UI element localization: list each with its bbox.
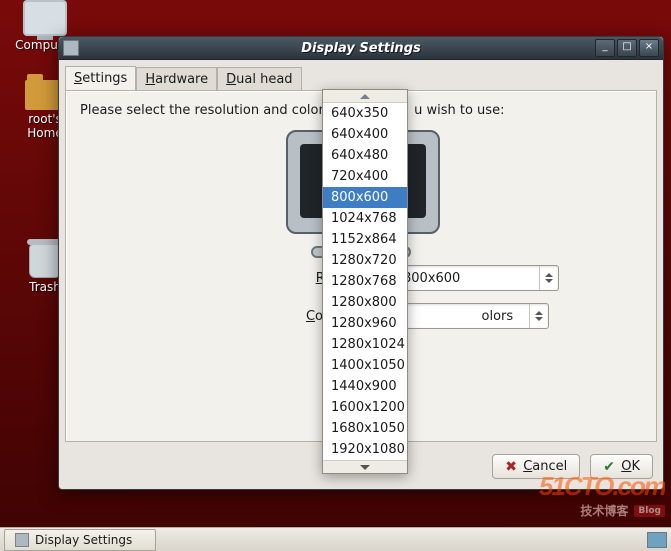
cancel-button[interactable]: ✖ Cancel xyxy=(492,454,580,479)
tab-settings[interactable]: Settings xyxy=(65,66,136,90)
resolution-dropdown[interactable]: 640x350640x400640x480720x400800x6001024x… xyxy=(322,89,408,474)
resolution-option[interactable]: 1280x768 xyxy=(323,271,407,292)
trash-icon xyxy=(29,244,61,278)
window-icon xyxy=(63,40,79,56)
resolution-option[interactable]: 1440x900 xyxy=(323,376,407,397)
titlebar[interactable]: Display Settings _ □ × xyxy=(59,37,663,60)
resolution-option[interactable]: 640x480 xyxy=(323,145,407,166)
color-depth-combo[interactable]: Millions of Colors xyxy=(394,303,549,329)
tab-dual-head[interactable]: Dual head xyxy=(217,67,301,91)
resolution-option[interactable]: 1152x864 xyxy=(323,229,407,250)
taskbar-app-label: Display Settings xyxy=(35,533,132,547)
maximize-button[interactable]: □ xyxy=(617,39,637,57)
minimize-button[interactable]: _ xyxy=(595,39,615,57)
resolution-combo[interactable]: 800x600 xyxy=(394,265,559,291)
resolution-option[interactable]: 1680x1050 xyxy=(323,418,407,439)
resolution-value: 800x600 xyxy=(395,271,539,286)
system-tray xyxy=(647,532,667,548)
scroll-down-button[interactable] xyxy=(323,460,407,473)
ok-icon: ✔ xyxy=(603,460,617,474)
tab-hardware[interactable]: Hardware xyxy=(136,67,217,91)
scroll-up-button[interactable] xyxy=(323,90,407,103)
chevron-updown-icon xyxy=(539,266,558,290)
resolution-option[interactable]: 1280x720 xyxy=(323,250,407,271)
desktop-root: Computer root's Home Trash Display Setti… xyxy=(0,0,671,551)
resolution-option[interactable]: 800x600 xyxy=(323,187,407,208)
resolution-option[interactable]: 1280x1024 xyxy=(323,334,407,355)
close-button[interactable]: × xyxy=(639,39,659,57)
resolution-option[interactable]: 1280x960 xyxy=(323,313,407,334)
ok-button[interactable]: ✔ OK xyxy=(590,454,653,479)
cancel-icon: ✖ xyxy=(505,460,519,474)
resolution-option[interactable]: 1920x1080 xyxy=(323,439,407,460)
chevron-updown-icon xyxy=(529,304,548,328)
resolution-option[interactable]: 720x400 xyxy=(323,166,407,187)
tab-bar: Settings Hardware Dual head xyxy=(65,66,657,90)
resolution-option[interactable]: 640x400 xyxy=(323,124,407,145)
resolution-option[interactable]: 1400x1050 xyxy=(323,355,407,376)
window-title: Display Settings xyxy=(59,41,663,56)
resolution-option[interactable]: 640x350 xyxy=(323,103,407,124)
tray-icon[interactable] xyxy=(647,532,667,548)
color-depth-value: Millions of Colors xyxy=(395,309,529,324)
resolution-option[interactable]: 1024x768 xyxy=(323,208,407,229)
window-icon xyxy=(15,533,29,547)
taskbar-app-button[interactable]: Display Settings xyxy=(4,529,156,551)
resolution-option[interactable]: 1280x800 xyxy=(323,292,407,313)
computer-icon xyxy=(23,0,67,36)
taskbar: Display Settings xyxy=(0,527,671,551)
resolution-option[interactable]: 1600x1200 xyxy=(323,397,407,418)
